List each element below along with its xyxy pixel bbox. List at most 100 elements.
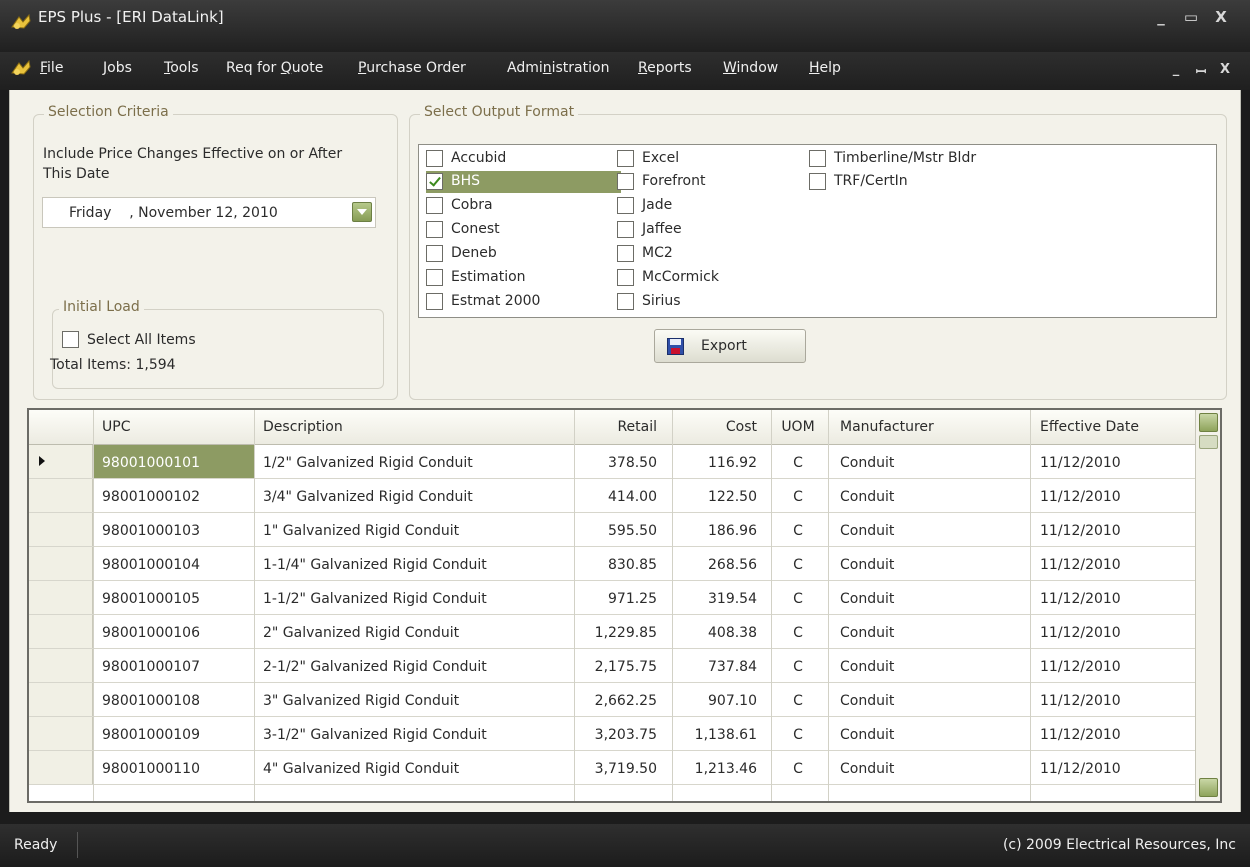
cell-description[interactable]: 2" Galvanized Rigid Conduit — [263, 625, 563, 641]
format-checkbox[interactable] — [426, 293, 443, 310]
cell-effective-date[interactable]: 11/12/2010 — [1040, 727, 1190, 743]
row-header[interactable] — [29, 649, 93, 682]
cell-retail[interactable]: 971.25 — [575, 591, 657, 607]
header-description[interactable]: Description — [263, 419, 343, 435]
cell-manufacturer[interactable]: Conduit — [840, 489, 1020, 505]
menu-tools[interactable]: Tools — [164, 60, 199, 76]
cell-uom[interactable]: C — [773, 659, 823, 675]
format-option-estmat-2000[interactable]: Estmat 2000 — [426, 291, 621, 313]
format-checkbox[interactable] — [617, 293, 634, 310]
cell-cost[interactable]: 907.10 — [675, 693, 757, 709]
format-checkbox[interactable] — [426, 269, 443, 286]
format-option-mc2[interactable]: MC2 — [617, 243, 812, 265]
cell-uom[interactable]: C — [773, 727, 823, 743]
cell-manufacturer[interactable]: Conduit — [840, 727, 1020, 743]
cell-upc[interactable]: 98001000110 — [102, 761, 252, 777]
format-checkbox[interactable] — [426, 245, 443, 262]
cell-description[interactable]: 1/2" Galvanized Rigid Conduit — [263, 455, 563, 471]
cell-uom[interactable]: C — [773, 523, 823, 539]
cell-retail[interactable]: 830.85 — [575, 557, 657, 573]
cell-upc[interactable]: 98001000101 — [102, 455, 252, 471]
cell-uom[interactable]: C — [773, 591, 823, 607]
table-row[interactable]: 98001000101 1/2" Galvanized Rigid Conduit… — [29, 445, 1195, 479]
cell-effective-date[interactable]: 11/12/2010 — [1040, 591, 1190, 607]
format-checkbox[interactable] — [617, 269, 634, 286]
price-data-grid[interactable]: UPC Description Retail Cost UOM Manufact… — [27, 408, 1222, 803]
row-header[interactable] — [29, 717, 93, 750]
cell-retail[interactable]: 2,662.25 — [575, 693, 657, 709]
select-all-checkbox[interactable] — [62, 331, 79, 348]
cell-uom[interactable]: C — [773, 455, 823, 471]
cell-description[interactable]: 3/4" Galvanized Rigid Conduit — [263, 489, 563, 505]
header-retail[interactable]: Retail — [575, 419, 657, 435]
cell-cost[interactable]: 737.84 — [675, 659, 757, 675]
table-row[interactable]: 98001000105 1-1/2" Galvanized Rigid Condu… — [29, 581, 1195, 615]
table-row[interactable]: 98001000103 1" Galvanized Rigid Conduit 59… — [29, 513, 1195, 547]
cell-upc[interactable]: 98001000105 — [102, 591, 252, 607]
cell-cost[interactable]: 1,138.61 — [675, 727, 757, 743]
format-option-cobra[interactable]: Cobra — [426, 195, 621, 217]
format-checkbox[interactable] — [617, 245, 634, 262]
format-option-jade[interactable]: Jade — [617, 195, 812, 217]
row-header[interactable] — [29, 683, 93, 716]
cell-upc[interactable]: 98001000109 — [102, 727, 252, 743]
table-row[interactable]: 98001000107 2-1/2" Galvanized Rigid Condu… — [29, 649, 1195, 683]
cell-manufacturer[interactable]: Conduit — [840, 455, 1020, 471]
format-option-excel[interactable]: Excel — [617, 148, 812, 170]
effective-date-picker[interactable]: Friday , November 12, 2010 — [42, 197, 376, 228]
cell-cost[interactable]: 186.96 — [675, 523, 757, 539]
header-uom[interactable]: UOM — [773, 419, 823, 435]
format-option-sirius[interactable]: Sirius — [617, 291, 812, 313]
cell-effective-date[interactable]: 11/12/2010 — [1040, 659, 1190, 675]
cell-effective-date[interactable]: 11/12/2010 — [1040, 693, 1190, 709]
menu-purchase-order[interactable]: Purchase Order — [358, 60, 466, 76]
export-button[interactable]: Export — [654, 329, 806, 363]
menu-file[interactable]: File — [40, 60, 63, 76]
menu-req-for-quote[interactable]: Req for Quote — [226, 60, 323, 76]
header-manufacturer[interactable]: Manufacturer — [840, 419, 934, 435]
row-header[interactable] — [29, 479, 93, 512]
cell-effective-date[interactable]: 11/12/2010 — [1040, 489, 1190, 505]
cell-retail[interactable]: 2,175.75 — [575, 659, 657, 675]
format-option-accubid[interactable]: Accubid — [426, 148, 621, 170]
row-header[interactable] — [29, 751, 93, 784]
menu-reports[interactable]: Reports — [638, 60, 692, 76]
format-checkbox[interactable] — [617, 173, 634, 190]
cell-cost[interactable]: 116.92 — [675, 455, 757, 471]
cell-effective-date[interactable]: 11/12/2010 — [1040, 455, 1190, 471]
cell-effective-date[interactable]: 11/12/2010 — [1040, 523, 1190, 539]
format-checkbox-checked[interactable] — [426, 173, 443, 190]
cell-manufacturer[interactable]: Conduit — [840, 693, 1020, 709]
cell-description[interactable]: 1-1/2" Galvanized Rigid Conduit — [263, 591, 563, 607]
cell-manufacturer[interactable]: Conduit — [840, 591, 1020, 607]
maximize-button[interactable]: ▭ — [1180, 8, 1202, 26]
cell-upc[interactable]: 98001000102 — [102, 489, 252, 505]
scroll-up-icon[interactable] — [1199, 413, 1218, 432]
cell-description[interactable]: 3-1/2" Galvanized Rigid Conduit — [263, 727, 563, 743]
cell-effective-date[interactable]: 11/12/2010 — [1040, 625, 1190, 641]
cell-manufacturer[interactable]: Conduit — [840, 557, 1020, 573]
cell-upc[interactable]: 98001000108 — [102, 693, 252, 709]
format-checkbox[interactable] — [809, 150, 826, 167]
format-option-bhs[interactable]: BHS — [426, 171, 621, 193]
mdi-restore-button[interactable]: ꟷ — [1190, 62, 1212, 80]
format-checkbox[interactable] — [426, 150, 443, 167]
format-option-forefront[interactable]: Forefront — [617, 171, 812, 193]
mdi-minimize-button[interactable]: _ — [1165, 62, 1187, 77]
table-row[interactable]: 98001000102 3/4" Galvanized Rigid Conduit… — [29, 479, 1195, 513]
cell-retail[interactable]: 378.50 — [575, 455, 657, 471]
format-option-estimation[interactable]: Estimation — [426, 267, 621, 289]
format-option-conest[interactable]: Conest — [426, 219, 621, 241]
format-option-trf-certin[interactable]: TRF/CertIn — [809, 171, 1004, 193]
cell-cost[interactable]: 408.38 — [675, 625, 757, 641]
format-option-deneb[interactable]: Deneb — [426, 243, 621, 265]
cell-retail[interactable]: 595.50 — [575, 523, 657, 539]
format-checkbox[interactable] — [426, 221, 443, 238]
cell-cost[interactable]: 1,213.46 — [675, 761, 757, 777]
menu-administration[interactable]: Administration — [507, 60, 609, 76]
cell-retail[interactable]: 1,229.85 — [575, 625, 657, 641]
cell-manufacturer[interactable]: Conduit — [840, 659, 1020, 675]
format-checkbox[interactable] — [617, 150, 634, 167]
format-option-mccormick[interactable]: McCormick — [617, 267, 812, 289]
format-option-jaffee[interactable]: Jaffee — [617, 219, 812, 241]
